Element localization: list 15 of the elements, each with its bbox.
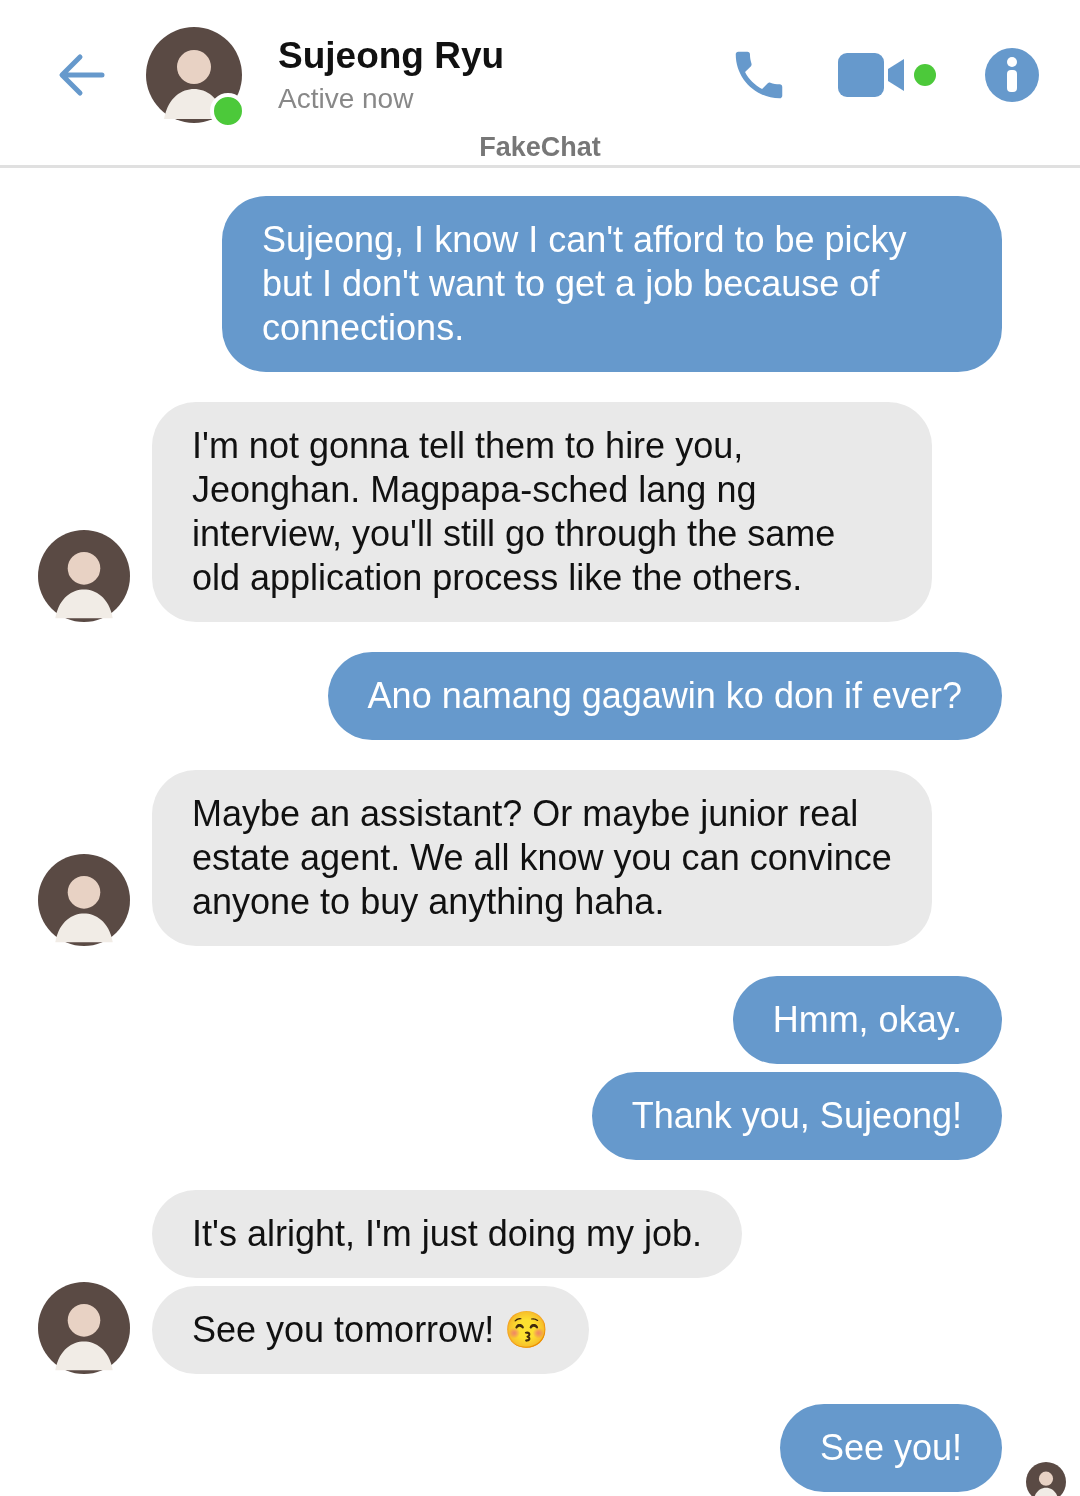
app-label: FakeChat — [479, 132, 601, 163]
sent-message: Hmm, okay. — [732, 976, 1002, 1064]
video-camera-icon[interactable] — [838, 52, 906, 97]
contact-name: Sujeong Ryu — [278, 34, 505, 77]
received-message: I'm not gonna tell them to hire you, Jeonghan. Magpapa-sched lang ng interview, you'll still go through the same old application process like the others. — [152, 402, 932, 622]
received-message: See you tomorrow! 😚 — [152, 1286, 590, 1374]
sent-message: Ano namang gagawin ko don if ever? — [327, 652, 1002, 740]
sent-message: Sujeong, I know I can't afford to be picky but I don't want to get a job because of connections. — [222, 196, 1002, 372]
received-message: Maybe an assistant? Or maybe junior real estate agent. We all know you can convince anyone to buy anything haha. — [152, 770, 932, 946]
avatar[interactable] — [146, 26, 242, 123]
active-status: Active now — [278, 82, 415, 115]
sent-message: Thank you, Sujeong! — [591, 1072, 1002, 1160]
received-message: It's alright, I'm just doing my job. — [152, 1190, 742, 1278]
info-icon[interactable] — [984, 46, 1040, 103]
sent-message: See you! — [779, 1404, 1002, 1492]
